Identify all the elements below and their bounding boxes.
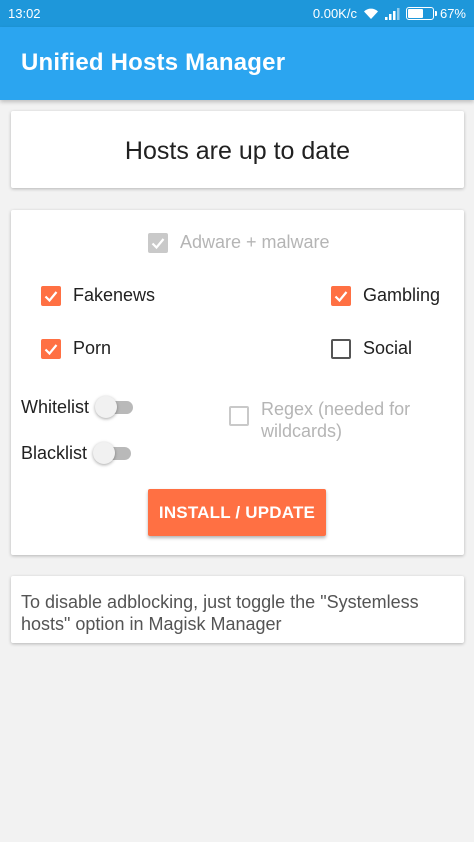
adware-malware-option: Adware + malware [148, 232, 330, 253]
gambling-label: Gambling [363, 285, 441, 305]
install-update-button[interactable]: INSTALL / UPDATE [148, 489, 326, 536]
status-right: 0.00K/c 67% [313, 6, 466, 21]
blacklist-row: Blacklist [21, 441, 133, 465]
status-time: 13:02 [8, 6, 41, 21]
fakenews-option[interactable]: Fakenews [41, 285, 155, 306]
wifi-icon [363, 8, 378, 19]
whitelist-switch[interactable] [95, 395, 135, 419]
blacklist-switch[interactable] [93, 441, 133, 465]
network-speed: 0.00K/c [312, 6, 357, 21]
gambling-checkbox[interactable] [331, 285, 351, 306]
status-card: Hosts are up to date [11, 111, 464, 188]
app-bar: Unified Hosts Manager [0, 27, 474, 100]
whitelist-row: Whitelist [21, 395, 135, 419]
gambling-option[interactable]: Gambling [331, 285, 440, 306]
social-option[interactable]: Social [331, 338, 412, 359]
fakenews-label: Fakenews [73, 285, 156, 305]
app-title: Unified Hosts Manager [21, 49, 286, 76]
battery-icon [405, 7, 437, 20]
adware-malware-label: Adware + malware [180, 232, 330, 252]
porn-checkbox[interactable] [41, 338, 61, 359]
info-text: To disable adblocking, just toggle the "… [21, 592, 419, 634]
fakenews-checkbox[interactable] [41, 285, 61, 306]
hosts-status-text: Hosts are up to date [124, 137, 351, 165]
blacklist-label: Blacklist [21, 442, 88, 463]
adware-malware-checkbox [148, 232, 168, 253]
checkmark-icon [334, 290, 348, 302]
options-card: Adware + malware Fakenews Gambling Porn … [11, 210, 464, 555]
social-label: Social [363, 338, 413, 358]
battery-fill [407, 9, 423, 18]
porn-label: Porn [73, 338, 112, 358]
checkmark-icon [44, 290, 58, 302]
social-checkbox[interactable] [331, 338, 351, 359]
checkmark-icon [151, 237, 165, 249]
info-card: To disable adblocking, just toggle the "… [11, 576, 464, 643]
checkmark-icon [44, 343, 58, 355]
signal-icon [384, 7, 400, 20]
switch-thumb [95, 396, 118, 418]
regex-label: Regex (needed for wildcards) [261, 399, 411, 441]
status-bar: 13:02 0.00K/c 67% [0, 0, 474, 27]
switch-thumb [93, 442, 116, 464]
regex-option: Regex (needed for wildcards) [229, 398, 431, 442]
regex-checkbox [229, 406, 249, 426]
porn-option[interactable]: Porn [41, 338, 111, 359]
battery-percent: 67% [439, 6, 466, 21]
whitelist-label: Whitelist [21, 396, 90, 417]
